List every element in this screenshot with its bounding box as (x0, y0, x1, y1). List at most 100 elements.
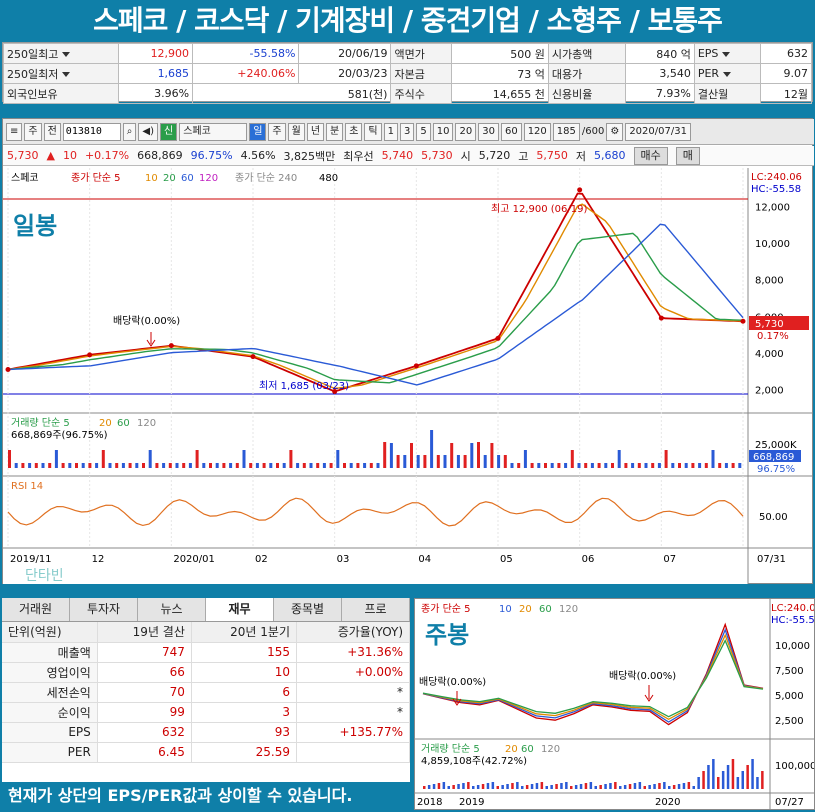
volume-bar (61, 463, 65, 468)
interval-3[interactable]: 3 (400, 122, 415, 141)
w-volume-bar (540, 782, 544, 789)
volume-bar (162, 463, 166, 468)
eps-value: 632 (759, 43, 812, 64)
quote-bar: 5,730 ▲ 10 +0.17% 668,869 96.75% 4.56% 3,… (3, 146, 814, 166)
w-vol-value: 4,859,108주(42.72%) (421, 756, 527, 767)
volume-bar (611, 463, 614, 468)
volume-bar (383, 442, 387, 468)
dropdown-icon[interactable] (722, 51, 731, 57)
dropdown-icon[interactable] (62, 52, 71, 57)
daily-chart[interactable]: 스페코 종가 단순 5 10 20 60 120 종가 단순 240 480 일… (3, 168, 812, 584)
volume-bar (450, 443, 454, 468)
period-second[interactable]: 초 (345, 122, 363, 141)
buy-button[interactable]: 매수 (633, 146, 668, 165)
change: 10 (62, 149, 77, 162)
vol-last: 668,869 (753, 452, 794, 463)
w-volume-bar (682, 783, 686, 789)
code-input[interactable] (62, 122, 121, 141)
dropdown-icon[interactable] (723, 71, 732, 77)
volume-bar (624, 463, 628, 468)
volume-bar (637, 463, 641, 468)
sound-icon[interactable]: ◀) (138, 122, 158, 141)
tab-investor[interactable]: 투자자 (70, 598, 138, 621)
data-point (413, 363, 419, 369)
dropdown-icon[interactable] (62, 72, 71, 77)
volume-bar (530, 463, 534, 468)
w-volume-bar (560, 783, 563, 789)
interval-20[interactable]: 20 (455, 122, 477, 141)
vol-ma120: 120 (137, 418, 156, 429)
interval-1[interactable]: 1 (383, 122, 398, 141)
count-input[interactable]: 185 (552, 122, 580, 141)
weekly-tag: 주봉 (425, 621, 469, 649)
weekly-chart[interactable]: 종가 단순 5 10 20 60 120 주봉 LC:240.0 HC:-55.… (415, 599, 815, 809)
table-row: 매출액 747 155 +31.36% (2, 642, 410, 663)
period-month[interactable]: 월 (287, 122, 305, 141)
date-input[interactable]: 2020/07/31 (625, 122, 691, 141)
volume-bar (182, 463, 186, 468)
table-row: EPS 632 93 +135.77% (2, 722, 410, 743)
prefix-select[interactable]: 전 (43, 122, 61, 141)
volume-bar (403, 455, 407, 468)
interval-30[interactable]: 30 (478, 122, 499, 141)
w-volume-bar (496, 786, 499, 789)
menu-icon[interactable]: ≡ (6, 122, 23, 141)
volume-bar (88, 463, 92, 468)
volume-bar (202, 463, 206, 468)
tab-program[interactable]: 프로 (342, 598, 410, 621)
daily-tag: 일봉 (13, 212, 57, 240)
tab-news[interactable]: 뉴스 (138, 598, 206, 621)
high: 5,750 (536, 149, 568, 162)
vol-tick: 25,000K (755, 440, 797, 451)
ask: 5,740 (381, 149, 414, 162)
w-volume-bar (545, 786, 548, 789)
sell-button[interactable]: 매 (675, 146, 700, 165)
x-label: 2020/01 (173, 554, 215, 565)
w-volume-bar (736, 777, 740, 789)
w-volume-bar (427, 785, 431, 789)
period-tick[interactable]: 틱 (364, 122, 382, 141)
volume-bar (222, 463, 226, 468)
change-pct: +0.17% (84, 149, 130, 162)
table-cell: 3 (191, 702, 298, 723)
interval-10[interactable]: 10 (432, 122, 454, 141)
volume-bar (8, 450, 11, 468)
volume-bar (631, 463, 635, 468)
volume-bar (262, 463, 266, 468)
table-row: PER 6.45 25.59 (2, 742, 410, 763)
search-icon[interactable]: ⌕ (122, 122, 137, 141)
w-y-tick: 5,000 (775, 691, 804, 702)
period-week[interactable]: 주 (268, 122, 286, 141)
volume-bar (148, 450, 152, 468)
label-capital: 자본금 (390, 63, 453, 84)
volume-bar (95, 463, 99, 468)
volume-bar (678, 463, 681, 468)
w-volume-bar (717, 777, 720, 789)
y-tick: 10,000 (755, 239, 790, 250)
label-foreign: 외국인보유 (3, 83, 119, 104)
period-minute[interactable]: 분 (326, 122, 344, 141)
w-volume-bar (579, 784, 583, 789)
volume-bar (738, 463, 742, 468)
open: 5,720 (478, 149, 511, 162)
w-volume-bar (668, 786, 671, 789)
tab-by-stock[interactable]: 종목별 (274, 598, 342, 621)
tab-broker[interactable]: 거래원 (2, 598, 70, 621)
high-change: -55.58% (192, 43, 300, 64)
w-volume-bar (672, 785, 676, 789)
type-select[interactable]: 주 (24, 122, 42, 141)
volume-bar (41, 463, 45, 468)
interval-60[interactable]: 60 (500, 122, 522, 141)
period-year[interactable]: 년 (306, 122, 325, 141)
data-point (87, 352, 93, 358)
interval-120[interactable]: 120 (523, 122, 551, 141)
period-day[interactable]: 일 (249, 122, 267, 141)
w-volume-bar (589, 782, 593, 789)
tab-finance[interactable]: 재무 (206, 598, 274, 621)
interval-5[interactable]: 5 (416, 122, 431, 141)
volume-bar (168, 463, 172, 468)
legend-ma240: 종가 단순 240 (235, 172, 297, 184)
stock-name[interactable]: 스페코 (179, 122, 248, 141)
w-legend-ma5: 종가 단순 5 (421, 603, 471, 615)
settings-icon[interactable]: ⚙ (606, 122, 624, 141)
